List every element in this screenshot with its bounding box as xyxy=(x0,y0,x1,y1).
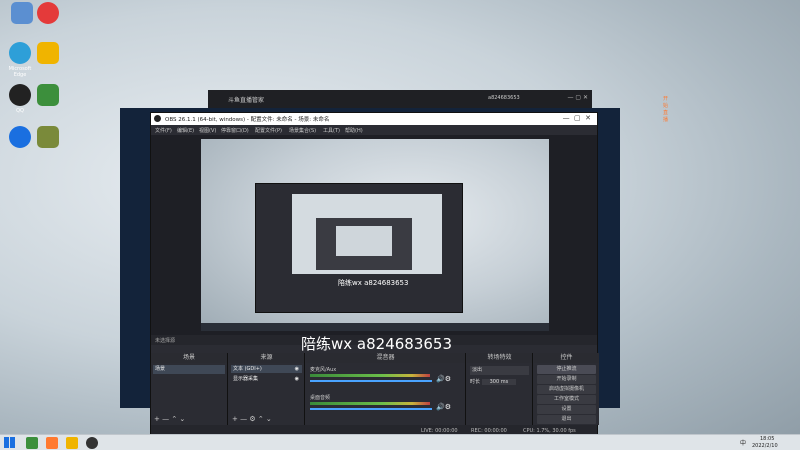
taskbar-obs-icon[interactable] xyxy=(86,437,98,449)
kugou-icon xyxy=(9,126,31,148)
controls-dock-title: 控件 xyxy=(534,353,599,363)
start-live-button[interactable]: 开始直播 xyxy=(663,95,668,123)
scenes-dock-title: 场景 xyxy=(151,353,227,363)
game-icon xyxy=(37,84,59,106)
transition-select[interactable]: 淡出 xyxy=(470,366,529,375)
sources-controls[interactable]: + — ⚙ ⌃ ⌄ xyxy=(232,415,272,423)
clock-date: 2022/2/10 xyxy=(752,443,778,449)
nested-preview xyxy=(292,194,442,274)
speaker-icon[interactable]: 🔊⚙ xyxy=(436,375,451,383)
obs-title-bar[interactable]: OBS 26.1.1 (64-bit, windows) - 配置文件: 未命名… xyxy=(151,113,597,125)
nested-nested-window xyxy=(316,218,412,270)
qq-icon xyxy=(9,84,31,106)
taskbar-yellow-icon[interactable] xyxy=(66,437,78,449)
stop-stream-button[interactable]: 停止推流 xyxy=(537,365,596,374)
deep-preview xyxy=(336,226,392,256)
obs-logo-icon xyxy=(154,115,161,122)
game-icon xyxy=(37,126,59,148)
settings-button[interactable]: 设置 xyxy=(537,405,596,414)
desktop-icon-game2[interactable] xyxy=(30,126,66,150)
studio-mode-button[interactable]: 工作室模式 xyxy=(537,395,596,404)
source-item[interactable]: 显示器采集 ◉ xyxy=(231,375,302,383)
volume-slider[interactable] xyxy=(310,408,432,410)
channel-name: 麦克风/Aux xyxy=(310,367,337,373)
desktop-icon-game1[interactable] xyxy=(30,84,66,108)
nested-obs-window: 陪练wx a824683653 xyxy=(255,183,463,313)
transitions-dock-title: 转场特效 xyxy=(467,353,532,363)
netease-music-icon xyxy=(37,2,59,24)
preview-taskbar xyxy=(201,323,549,331)
visibility-icon[interactable]: ◉ xyxy=(295,375,299,383)
douyu-window[interactable]: 斗鱼直播管家 开始直播 a824683653 — ▢ ✕ xyxy=(208,90,668,123)
obs-window-controls[interactable]: — ▢ ✕ xyxy=(563,114,591,122)
duration-input[interactable]: 300 ms xyxy=(481,379,517,385)
start-recording-button[interactable]: 开始录制 xyxy=(537,375,596,384)
duration-row: 时长 300 ms xyxy=(470,378,529,385)
menu-docks[interactable]: 停靠窗口(D) xyxy=(221,127,249,134)
speaker-icon[interactable]: 🔊⚙ xyxy=(436,403,451,411)
taskbar-douyu-icon[interactable] xyxy=(46,437,58,449)
virtual-camera-button[interactable]: 启动虚拟摄像机 xyxy=(537,385,596,394)
nested-overlay-text: 陪练wx a824683653 xyxy=(338,279,409,287)
obs-menu-bar: 文件(F) 编辑(E) 视图(V) 停靠窗口(D) 配置文件(P) 场景集合(S… xyxy=(151,125,597,135)
desktop-icon-netease[interactable] xyxy=(30,2,66,26)
volume-slider[interactable] xyxy=(310,380,432,382)
ime-indicator[interactable]: 中 xyxy=(740,438,746,447)
window-controls: — ▢ ✕ xyxy=(567,94,588,101)
mixer-channel: 麦克风/Aux 🔊⚙ xyxy=(310,365,460,389)
clock-time: 18:05 xyxy=(760,436,775,442)
audio-meter xyxy=(310,374,430,377)
menu-scene-collection[interactable]: 场景集合(S) xyxy=(289,127,316,134)
channel-name: 桌面音频 xyxy=(310,395,331,401)
edge-icon xyxy=(9,42,31,64)
sources-dock-title: 来源 xyxy=(229,353,304,363)
douyu-title: 斗鱼直播管家 xyxy=(228,97,265,104)
source-item[interactable]: 文本 (GDI+) ◉ xyxy=(231,365,302,373)
visibility-icon[interactable]: ◉ xyxy=(295,365,299,373)
douyu-user: a824683653 xyxy=(488,95,520,101)
taskbar-game-icon[interactable] xyxy=(26,437,38,449)
mixer-dock: 混音器 麦克风/Aux 🔊⚙ 桌面音频 🔊⚙ xyxy=(306,353,466,425)
overlay-caption: 陪练wx a824683653 xyxy=(301,335,452,353)
menu-profile[interactable]: 配置文件(P) xyxy=(255,127,282,134)
menu-edit[interactable]: 编辑(E) xyxy=(177,127,194,134)
sources-dock: 来源 文本 (GDI+) ◉ 显示器采集 ◉ + — ⚙ ⌃ ⌄ xyxy=(229,353,305,425)
obs-title: OBS 26.1.1 (64-bit, windows) - 配置文件: 未命名… xyxy=(165,117,330,123)
obs-window[interactable]: OBS 26.1.1 (64-bit, windows) - 配置文件: 未命名… xyxy=(150,112,599,436)
start-button[interactable] xyxy=(4,437,15,448)
exit-button[interactable]: 退出 xyxy=(537,415,596,424)
mixer-dock-title: 混音器 xyxy=(306,353,465,363)
scene-item[interactable]: 场景 xyxy=(153,365,225,374)
docks-row: 场景 场景 + — ⌃ ⌄ 来源 文本 (GDI+) ◉ 显示器采集 ◉ + — ⚙… xyxy=(151,353,599,425)
obs-preview[interactable]: 陪练wx a824683653 xyxy=(151,135,597,335)
menu-help[interactable]: 帮助(H) xyxy=(345,127,363,134)
desktop-icon-yellow[interactable] xyxy=(30,42,66,66)
audio-meter xyxy=(310,402,430,405)
menu-view[interactable]: 视图(V) xyxy=(199,127,216,134)
app-icon xyxy=(37,42,59,64)
menu-file[interactable]: 文件(F) xyxy=(155,127,172,134)
scenes-controls[interactable]: + — ⌃ ⌄ xyxy=(154,415,185,423)
controls-dock: 控件 停止推流 开始录制 启动虚拟摄像机 工作室模式 设置 退出 xyxy=(534,353,599,425)
no-source-label: 未选择源 xyxy=(155,338,176,344)
transitions-dock: 转场特效 淡出 时长 300 ms xyxy=(467,353,533,425)
menu-tools[interactable]: 工具(T) xyxy=(323,127,340,134)
mixer-channel: 桌面音频 🔊⚙ xyxy=(310,393,460,417)
preview-display: 陪练wx a824683653 xyxy=(201,139,549,331)
taskbar: 中 18:05 2022/2/10 xyxy=(0,434,800,450)
scenes-dock: 场景 场景 + — ⌃ ⌄ xyxy=(151,353,228,425)
